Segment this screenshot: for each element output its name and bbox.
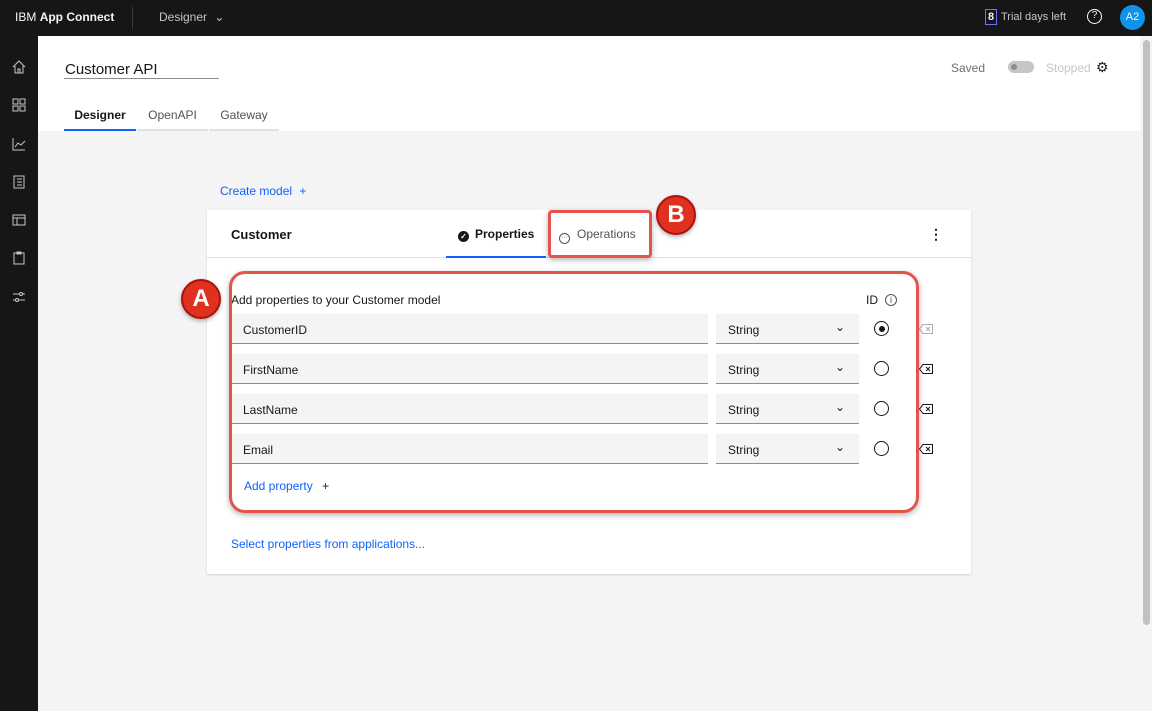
tab-properties[interactable]: ✓ Properties xyxy=(446,210,546,258)
tab-openapi[interactable]: OpenAPI xyxy=(137,108,208,131)
run-status: Stopped xyxy=(1046,61,1091,75)
create-model-link[interactable]: Create model + xyxy=(220,184,306,198)
annotation-box-b xyxy=(548,210,652,258)
help-icon[interactable]: ? xyxy=(1087,9,1102,24)
top-bar: IBM App Connect Designer ⌄ 8 Trial days … xyxy=(0,0,1152,36)
annotation-badge-a: A xyxy=(181,279,221,319)
brand-prefix: IBM xyxy=(15,10,37,24)
brand-name: App Connect xyxy=(39,10,115,24)
api-title-input[interactable]: Customer API xyxy=(64,61,219,79)
annotation-badge-b: B xyxy=(656,195,696,235)
designer-menu[interactable]: Designer ⌄ xyxy=(159,10,224,24)
tab-designer[interactable]: Designer xyxy=(64,108,136,131)
chart-icon[interactable] xyxy=(11,136,27,152)
tab-gateway[interactable]: Gateway xyxy=(209,108,279,131)
delete-icon[interactable] xyxy=(919,364,933,374)
divider xyxy=(132,7,133,29)
create-model-label: Create model xyxy=(220,184,293,198)
template-icon[interactable] xyxy=(11,212,27,228)
model-name: Customer xyxy=(231,227,292,242)
tab-properties-label: Properties xyxy=(475,227,535,241)
delete-icon[interactable] xyxy=(919,324,933,334)
plus-icon: + xyxy=(299,184,307,198)
brand[interactable]: IBM App Connect xyxy=(15,10,114,24)
settings-sliders-icon[interactable] xyxy=(11,289,27,305)
saved-status: Saved xyxy=(951,61,986,75)
start-stop-toggle[interactable] xyxy=(1008,61,1034,73)
trial-days-count: 8 xyxy=(985,9,997,25)
overflow-menu-icon[interactable]: ⋮ xyxy=(929,226,943,243)
trial-days-text: Trial days left xyxy=(1001,11,1067,23)
avatar[interactable]: A2 xyxy=(1120,5,1145,30)
gear-icon[interactable]: ⚙ xyxy=(1096,59,1109,76)
scrollbar-thumb[interactable] xyxy=(1143,40,1150,625)
home-icon[interactable] xyxy=(11,59,27,75)
annotation-box-a xyxy=(229,271,919,513)
chevron-down-icon: ⌄ xyxy=(214,10,225,24)
sidebar xyxy=(0,36,38,711)
catalog-icon[interactable] xyxy=(11,174,27,190)
delete-icon[interactable] xyxy=(919,404,933,414)
clipboard-icon[interactable] xyxy=(11,250,27,266)
delete-icon[interactable] xyxy=(919,444,933,454)
select-properties-link[interactable]: Select properties from applications... xyxy=(231,537,425,551)
menu-label: Designer xyxy=(159,10,208,24)
dashboard-icon[interactable] xyxy=(11,97,27,113)
checkmark-filled-icon: ✓ xyxy=(458,231,469,242)
